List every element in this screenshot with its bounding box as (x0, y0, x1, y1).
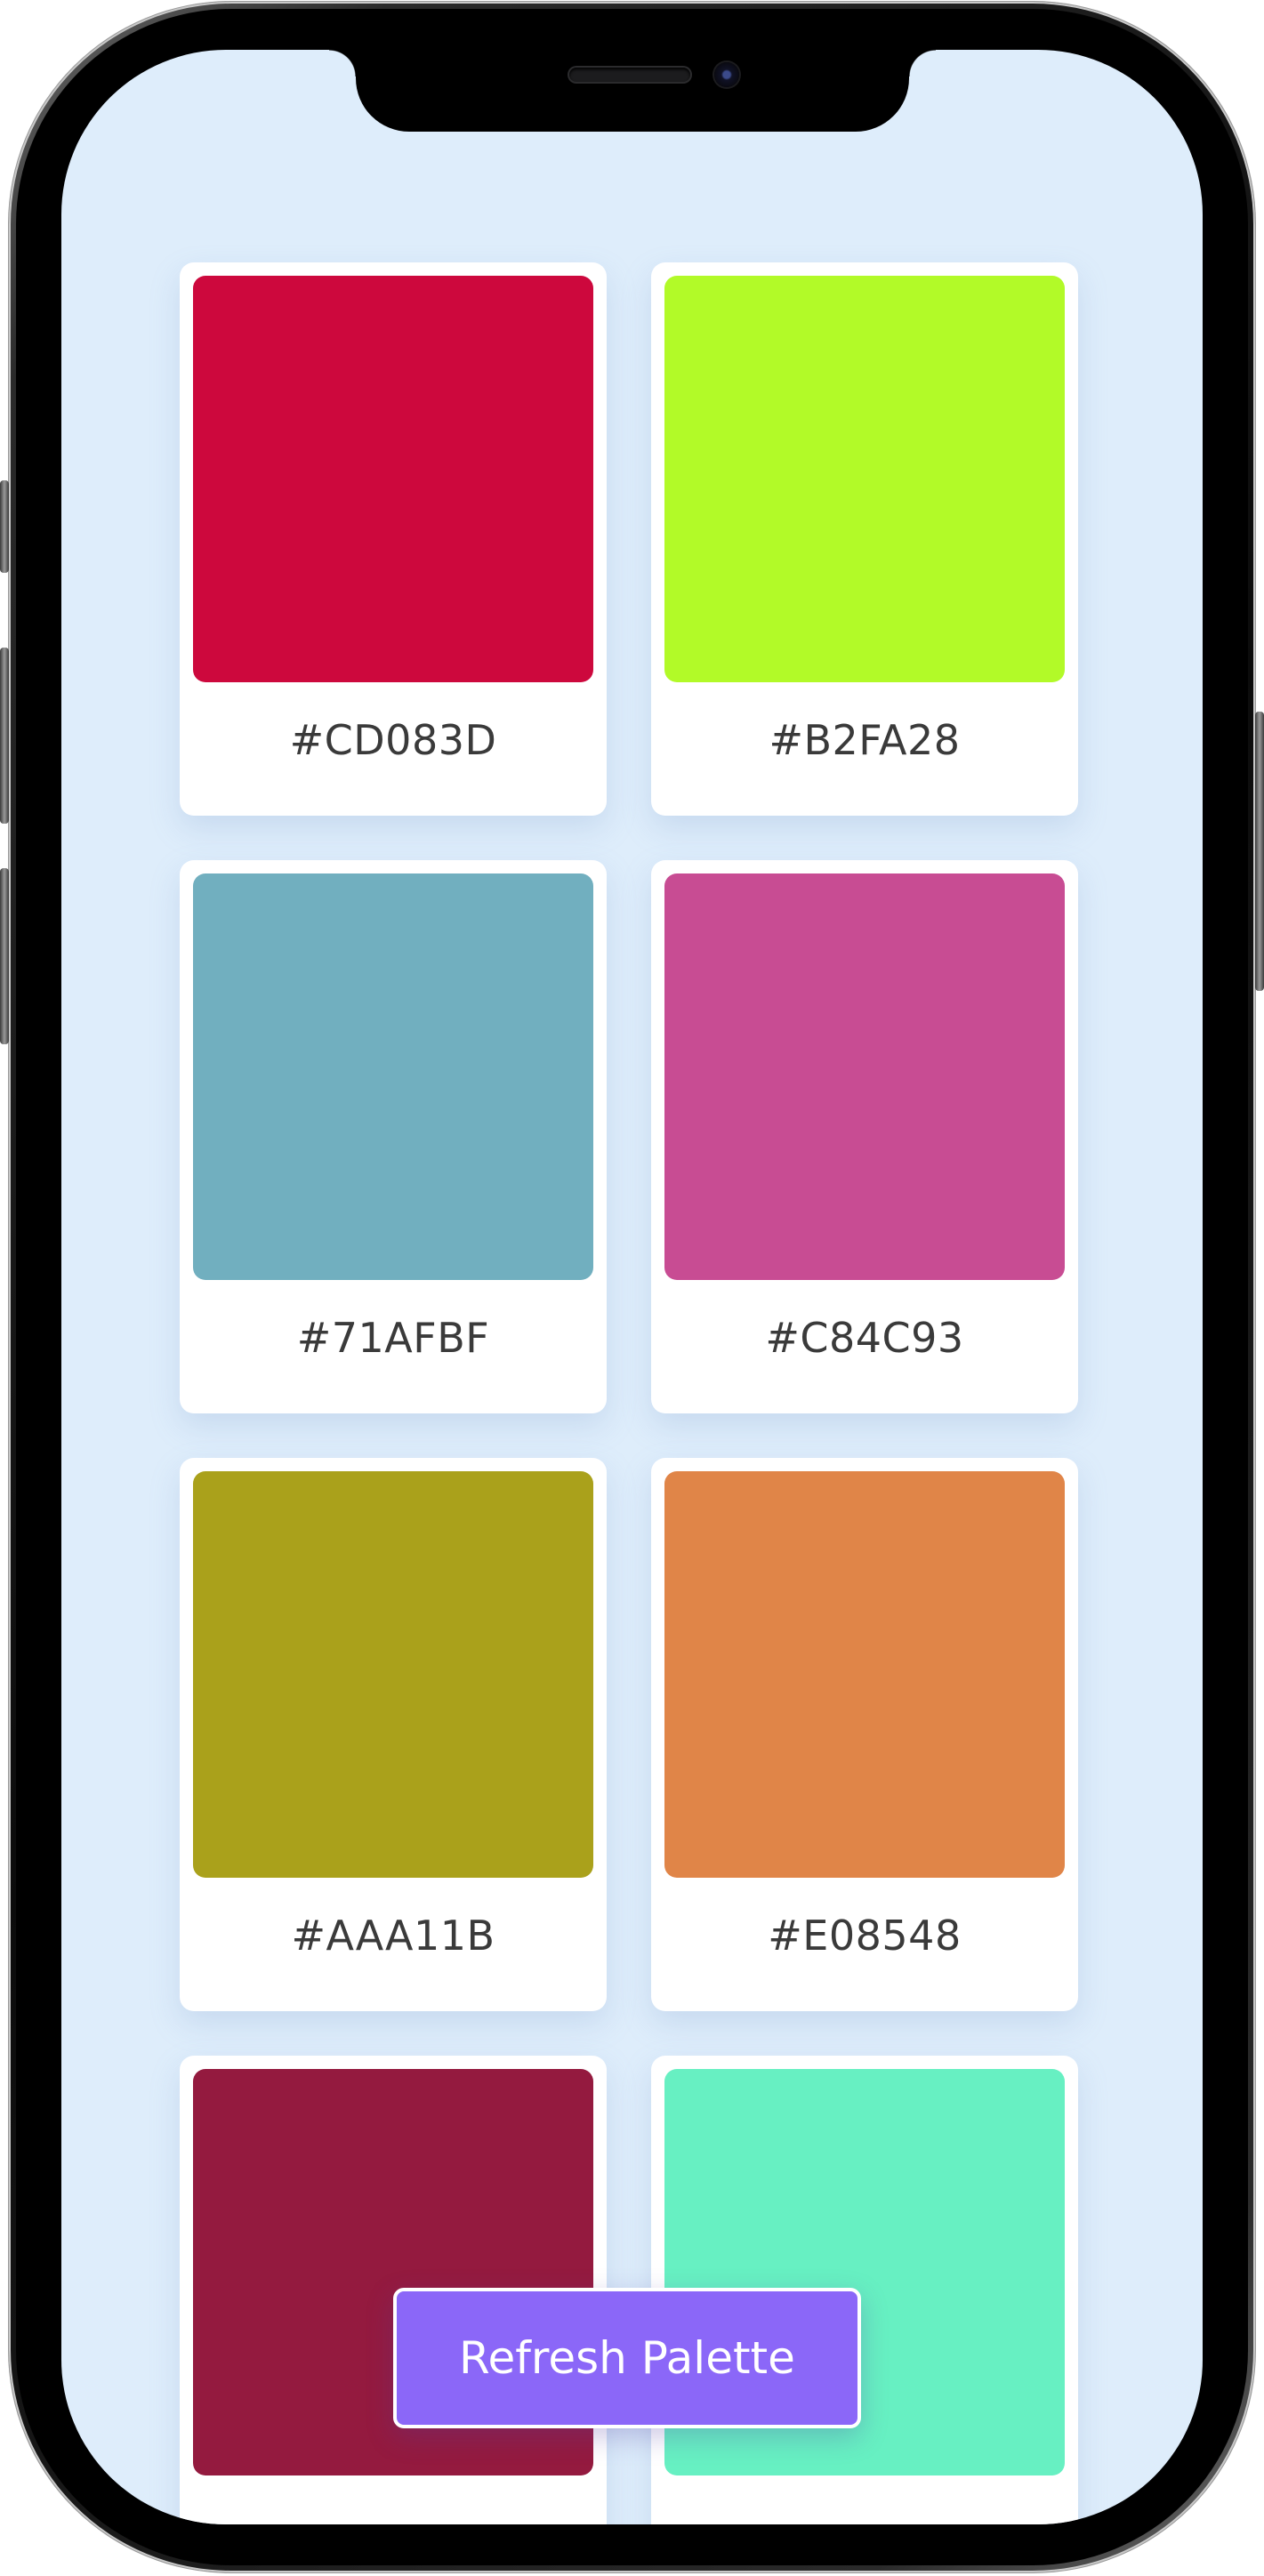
front-camera-icon (714, 62, 739, 87)
color-hex-label: #E08548 (768, 1912, 962, 1960)
color-card[interactable]: #E08548 (651, 1458, 1078, 2011)
color-card[interactable]: #B2FA28 (651, 262, 1078, 816)
color-card[interactable]: #C84C93 (651, 860, 1078, 1413)
color-swatch (664, 873, 1065, 1280)
color-card[interactable]: #AAA11B (180, 1458, 607, 2011)
power-button (1255, 712, 1264, 991)
color-swatch (193, 276, 593, 682)
color-hex-label: #B2FA28 (769, 716, 961, 764)
app-screen: #CD083D #B2FA28 #71AFBF #C84C93 #AAA11B … (61, 50, 1203, 2524)
volume-down-button (0, 868, 9, 1044)
refresh-palette-button[interactable]: Refresh Palette (393, 2288, 861, 2428)
color-hex-label: #CD083D (289, 716, 497, 764)
silent-switch (0, 480, 9, 573)
volume-up-button (0, 648, 9, 824)
speaker-grille (569, 68, 690, 82)
color-swatch (664, 276, 1065, 682)
color-hex-label: #C84C93 (765, 1314, 964, 1362)
color-card[interactable]: #71AFBF (180, 860, 607, 1413)
color-hex-label: #AAA11B (291, 1912, 495, 1960)
notch (329, 50, 936, 132)
color-swatch (193, 1471, 593, 1878)
color-swatch (664, 1471, 1065, 1878)
color-swatch (193, 873, 593, 1280)
color-card[interactable]: #CD083D (180, 262, 607, 816)
color-hex-label: #71AFBF (296, 1314, 490, 1362)
